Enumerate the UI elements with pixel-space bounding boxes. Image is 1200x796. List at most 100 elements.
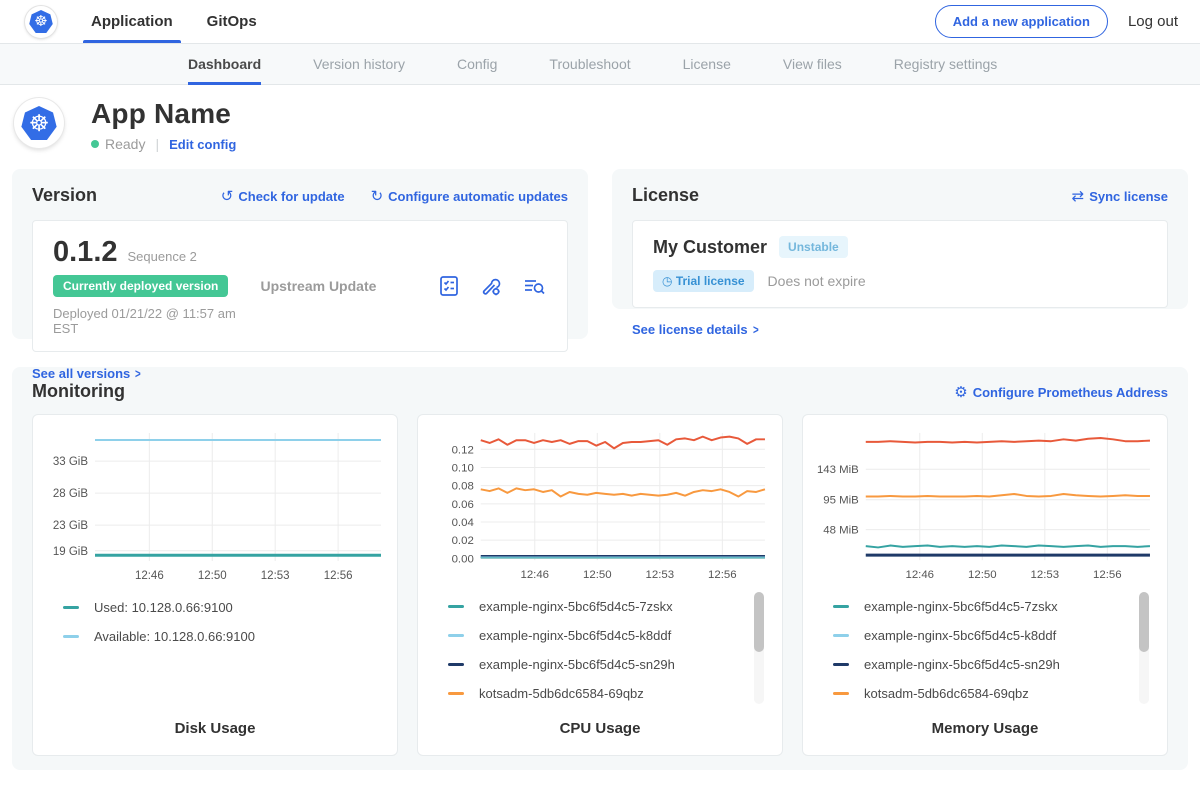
monitoring-title: Monitoring bbox=[32, 381, 125, 402]
chart-title: Memory Usage bbox=[815, 708, 1155, 755]
license-card: License ⇄Sync license My Customer Unstab… bbox=[612, 169, 1188, 309]
legend-scrollbar-thumb[interactable] bbox=[754, 592, 764, 652]
configure-automatic-updates-link[interactable]: ↻Configure automatic updates bbox=[371, 187, 568, 205]
memory-usage-legend: example-nginx-5bc6f5d4c5-7zskx example-ng… bbox=[815, 590, 1155, 708]
svg-text:12:56: 12:56 bbox=[1093, 569, 1122, 581]
nav-tab-application[interactable]: Application bbox=[89, 0, 175, 43]
chart-title: Disk Usage bbox=[45, 708, 385, 755]
see-license-details-link[interactable]: See license details> bbox=[632, 322, 759, 337]
chevron-right-icon: > bbox=[135, 366, 141, 381]
refresh-icon: ↺ bbox=[221, 188, 234, 205]
svg-text:12:46: 12:46 bbox=[135, 570, 164, 582]
divider: | bbox=[155, 136, 159, 152]
tab-dashboard[interactable]: Dashboard bbox=[188, 44, 261, 84]
page-title: App Name bbox=[91, 98, 236, 130]
disk-usage-legend: Used: 10.128.0.66:9100 Available: 10.128.… bbox=[45, 591, 385, 651]
legend-item: example-nginx-5bc6f5d4c5-sn29h bbox=[833, 650, 1131, 679]
nav-tab-gitops[interactable]: GitOps bbox=[205, 0, 259, 43]
legend-label: example-nginx-5bc6f5d4c5-sn29h bbox=[864, 657, 1060, 672]
svg-text:0.04: 0.04 bbox=[452, 517, 475, 529]
svg-text:48 MiB: 48 MiB bbox=[823, 525, 859, 537]
app-kubernetes-avatar: ☸ bbox=[14, 98, 64, 148]
license-details-row: My Customer Unstable ◷ Trial license Doe… bbox=[632, 220, 1168, 308]
svg-text:12:53: 12:53 bbox=[1031, 569, 1060, 581]
tab-config[interactable]: Config bbox=[457, 44, 497, 84]
config-wrench-gear-icon[interactable] bbox=[479, 274, 503, 298]
legend-label: example-nginx-5bc6f5d4c5-7zskx bbox=[864, 599, 1058, 614]
channel-badge: Unstable bbox=[779, 236, 848, 258]
svg-text:0.08: 0.08 bbox=[452, 481, 474, 493]
chart-card-memory-usage: 48 MiB 95 MiB 143 MiB 12:46 12:50 12:53 12:56 e… bbox=[802, 414, 1168, 756]
legend-color-dash bbox=[448, 663, 464, 666]
legend-item: example-nginx-5bc6f5d4c5-k8ddf bbox=[833, 621, 1131, 650]
trial-license-badge: ◷ Trial license bbox=[653, 270, 754, 292]
svg-text:12:50: 12:50 bbox=[198, 570, 227, 582]
current-version-row: 0.1.2 Sequence 2 Currently deployed vers… bbox=[32, 220, 568, 352]
license-expiry-text: Does not expire bbox=[768, 273, 866, 289]
legend-item: example-nginx-5bc6f5d4c5-7zskx bbox=[448, 592, 746, 621]
app-subnav: Dashboard Version history Config Trouble… bbox=[0, 43, 1200, 85]
svg-text:95 MiB: 95 MiB bbox=[823, 495, 859, 507]
tab-registry-settings[interactable]: Registry settings bbox=[894, 44, 997, 84]
legend-scrollbar-thumb[interactable] bbox=[1139, 592, 1149, 652]
see-all-versions-link[interactable]: See all versions> bbox=[32, 366, 142, 381]
legend-color-dash bbox=[63, 635, 79, 638]
add-new-application-button[interactable]: Add a new application bbox=[935, 5, 1108, 38]
legend-item: Used: 10.128.0.66:9100 bbox=[63, 593, 361, 622]
disk-usage-plot: 19 GiB23 GiB28 GiB33 GiB12:4612:5012:531… bbox=[45, 425, 387, 585]
deployed-timestamp: Deployed 01/21/22 @ 11:57 am EST bbox=[53, 306, 260, 336]
svg-text:12:50: 12:50 bbox=[968, 569, 997, 581]
configure-prometheus-link[interactable]: ⚙Configure Prometheus Address bbox=[954, 383, 1168, 401]
preflight-checklist-icon[interactable] bbox=[437, 274, 461, 298]
legend-item: Available: 10.128.0.66:9100 bbox=[63, 622, 361, 651]
chart-title: CPU Usage bbox=[430, 708, 770, 755]
clock-refresh-icon: ↻ bbox=[371, 188, 384, 205]
edit-config-link[interactable]: Edit config bbox=[169, 137, 236, 152]
version-source-label: Upstream Update bbox=[260, 278, 437, 294]
legend-color-dash bbox=[833, 692, 849, 695]
legend-color-dash bbox=[833, 634, 849, 637]
svg-text:12:46: 12:46 bbox=[520, 569, 549, 581]
svg-text:0.06: 0.06 bbox=[452, 499, 474, 511]
legend-color-dash bbox=[833, 663, 849, 666]
svg-text:12:50: 12:50 bbox=[583, 569, 612, 581]
svg-text:143 MiB: 143 MiB bbox=[817, 464, 859, 476]
top-navbar: ☸ Application GitOps Add a new applicati… bbox=[0, 0, 1200, 43]
tab-troubleshoot[interactable]: Troubleshoot bbox=[549, 44, 630, 84]
svg-text:28 GiB: 28 GiB bbox=[53, 488, 88, 500]
legend-scrollbar[interactable] bbox=[754, 592, 764, 704]
version-card: Version ↺Check for update ↻Configure aut… bbox=[12, 169, 588, 339]
legend-scrollbar[interactable] bbox=[1139, 592, 1149, 704]
legend-label: Used: 10.128.0.66:9100 bbox=[94, 600, 233, 615]
license-card-title: License bbox=[632, 185, 699, 206]
legend-label: example-nginx-5bc6f5d4c5-k8ddf bbox=[864, 628, 1056, 643]
deploy-logs-search-icon[interactable] bbox=[521, 274, 547, 298]
legend-item: kotsadm-5db6dc6584-69qbz bbox=[833, 679, 1131, 708]
check-for-update-link[interactable]: ↺Check for update bbox=[221, 187, 345, 205]
sync-license-link[interactable]: ⇄Sync license bbox=[1072, 187, 1168, 205]
status-badge: Ready bbox=[105, 136, 145, 152]
tab-view-files[interactable]: View files bbox=[783, 44, 842, 84]
kubernetes-logo-icon: ☸ bbox=[25, 6, 57, 38]
legend-label: kotsadm-5db6dc6584-69qbz bbox=[479, 686, 644, 701]
svg-text:0.12: 0.12 bbox=[452, 444, 474, 456]
legend-color-dash bbox=[448, 692, 464, 695]
version-card-title: Version bbox=[32, 185, 97, 206]
tab-license[interactable]: License bbox=[683, 44, 731, 84]
cpu-usage-plot: 0.000.020.040.060.080.100.1212:4612:5012… bbox=[430, 425, 772, 584]
legend-label: example-nginx-5bc6f5d4c5-k8ddf bbox=[479, 628, 671, 643]
charts-row: 19 GiB23 GiB28 GiB33 GiB12:4612:5012:531… bbox=[32, 414, 1168, 756]
chart-card-cpu-usage: 0.000.020.040.060.080.100.1212:4612:5012… bbox=[417, 414, 783, 756]
tab-version-history[interactable]: Version history bbox=[313, 44, 405, 84]
app-header: ☸ App Name Ready | Edit config bbox=[0, 85, 1200, 166]
timer-clock-icon: ◷ bbox=[662, 274, 672, 288]
svg-text:0.00: 0.00 bbox=[452, 553, 474, 565]
logout-button[interactable]: Log out bbox=[1128, 13, 1178, 30]
svg-text:12:53: 12:53 bbox=[646, 569, 675, 581]
legend-item: example-nginx-5bc6f5d4c5-7zskx bbox=[833, 592, 1131, 621]
legend-label: example-nginx-5bc6f5d4c5-7zskx bbox=[479, 599, 673, 614]
svg-text:12:56: 12:56 bbox=[324, 570, 353, 582]
chart-card-disk-usage: 19 GiB23 GiB28 GiB33 GiB12:4612:5012:531… bbox=[32, 414, 398, 756]
svg-text:12:46: 12:46 bbox=[905, 569, 934, 581]
legend-color-dash bbox=[833, 605, 849, 608]
